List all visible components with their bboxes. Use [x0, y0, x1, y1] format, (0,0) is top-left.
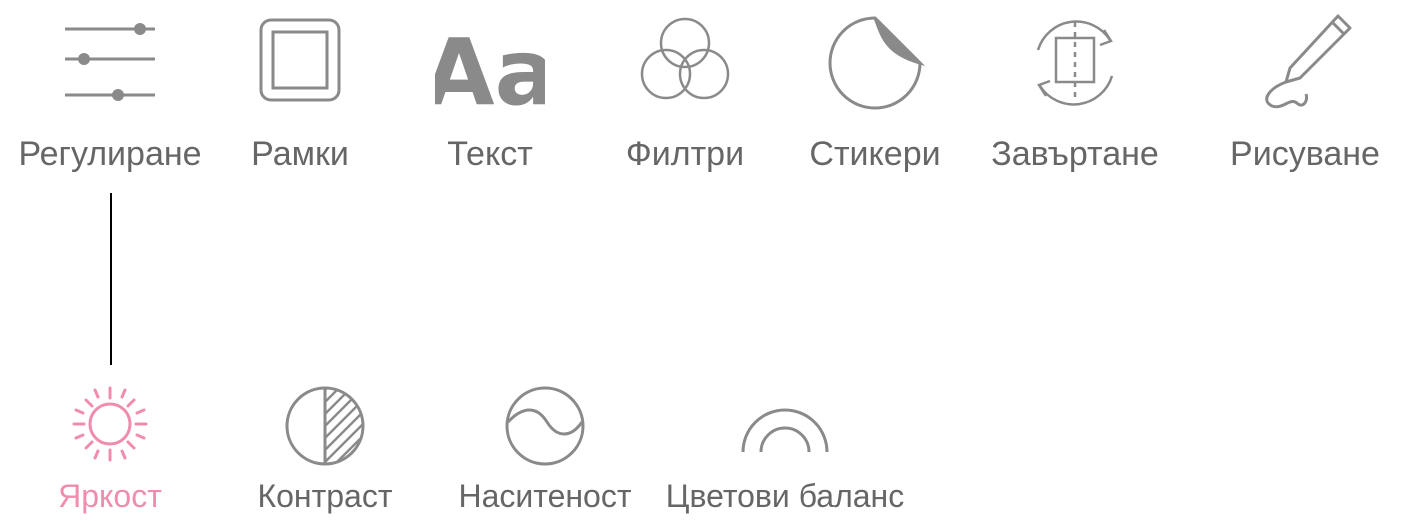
brightness-sun-icon: [60, 370, 160, 470]
tool-label: Регулиране: [18, 135, 202, 173]
adjust-saturation[interactable]: Наситеност: [450, 370, 640, 520]
filter-circles-icon: [630, 8, 740, 118]
rotate-icon: [1020, 8, 1130, 118]
saturation-icon: [495, 370, 595, 470]
adjust-contrast[interactable]: Контраст: [245, 370, 405, 520]
tool-label: Текст: [447, 135, 533, 173]
tool-adjust[interactable]: Регулиране: [18, 8, 202, 183]
adjust-brightness[interactable]: Яркост: [40, 370, 180, 520]
color-balance-icon: [735, 370, 835, 470]
tool-rotate[interactable]: Завъртане: [985, 8, 1165, 183]
pen-icon: [1250, 8, 1360, 118]
tool-draw[interactable]: Рисуване: [1215, 8, 1395, 183]
tool-label: Филтри: [625, 135, 745, 173]
contrast-icon: [275, 370, 375, 470]
tool-filters[interactable]: Филтри: [610, 8, 760, 183]
tool-stickers[interactable]: Стикери: [795, 8, 955, 183]
tool-label: Рисуване: [1230, 135, 1380, 173]
adjust-label: Цветови баланс: [665, 478, 905, 514]
tool-text[interactable]: Aa Текст: [420, 8, 560, 183]
tool-label: Завъртане: [991, 135, 1159, 173]
tool-label: Стикери: [809, 135, 941, 173]
adjust-color-balance[interactable]: Цветови баланс: [660, 370, 910, 520]
svg-text:Aa: Aa: [435, 19, 545, 118]
connector-line: [110, 193, 112, 365]
adjust-label: Яркост: [58, 478, 162, 514]
adjust-label: Контраст: [257, 478, 393, 514]
text-icon: Aa: [435, 8, 545, 118]
adjust-label: Наситеност: [458, 478, 632, 514]
sliders-icon: [55, 8, 165, 118]
tool-frames[interactable]: Рамки: [230, 8, 370, 183]
tool-label: Рамки: [251, 135, 349, 173]
frame-icon: [245, 8, 355, 118]
sticker-icon: [820, 8, 930, 118]
